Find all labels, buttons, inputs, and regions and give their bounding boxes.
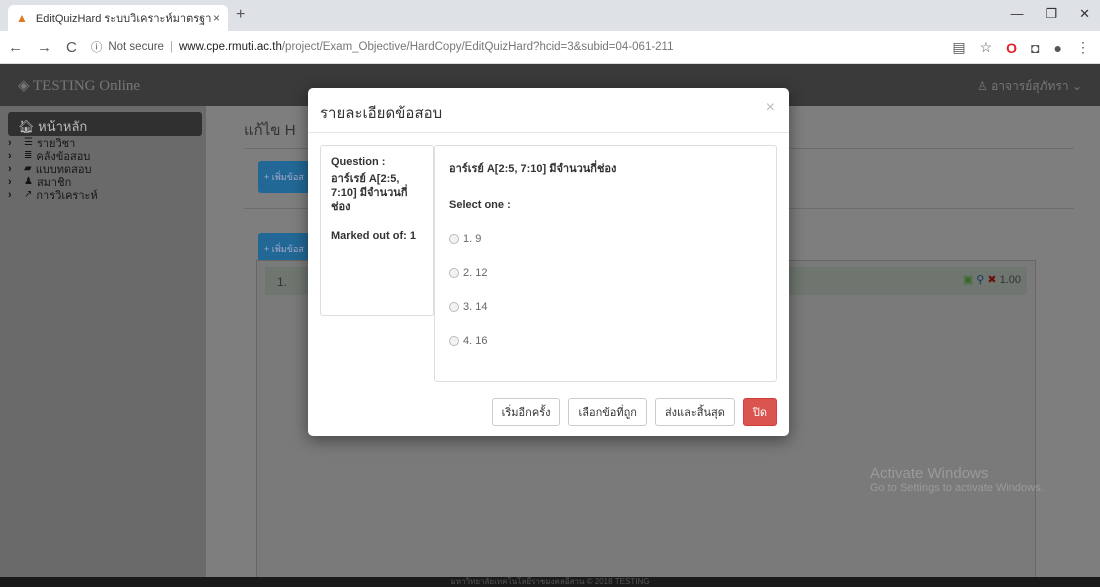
list-icon: ☰: [24, 137, 33, 148]
sidebar-item-analysis[interactable]: › ↗ การวิเคราะห์: [8, 188, 98, 202]
database-icon: ≣: [24, 150, 33, 161]
question-text: อาร์เรย์ A[2:5, 7:10] มีจำนวนกี่ช่อง: [449, 163, 617, 175]
url-field[interactable]: ⓘ Not secure | www.cpe.rmuti.ac.th /proj…: [91, 39, 674, 55]
radio-button[interactable]: [449, 302, 459, 312]
address-bar: ← → C ⓘ Not secure | www.cpe.rmuti.ac.th…: [0, 31, 1100, 64]
modal-close-icon[interactable]: ×: [766, 99, 775, 117]
restore-icon[interactable]: ❐: [1045, 6, 1057, 22]
reload-icon[interactable]: C: [66, 39, 77, 56]
radio-button[interactable]: [449, 336, 459, 346]
modal-footer: เริ่มอีกครั้ง เลือกข้อที่ถูก ส่งและสิ้นส…: [491, 398, 777, 426]
forward-icon[interactable]: →: [37, 39, 52, 56]
sidebar-item-home[interactable]: 🏠︎ หน้าหลัก: [8, 112, 202, 136]
option-1[interactable]: 1. 9: [449, 233, 762, 245]
security-label: Not secure: [108, 41, 164, 53]
close-window-icon[interactable]: ✕: [1079, 6, 1090, 22]
chevron-down-icon: ⌄: [1068, 79, 1082, 93]
row-actions: ▣ ⚲ ✖ 1.00: [963, 273, 1021, 287]
radio-button[interactable]: [449, 268, 459, 278]
activation-watermark: Activate Windows Go to Settings to activ…: [870, 465, 1044, 494]
browser-tab[interactable]: ▲ EditQuizHard ระบบวิเคราะห์มาตรฐา ×: [8, 5, 228, 31]
footer: มหาวิทยาลัยเทคโนโลยีราชมงคลอีสาน © 2018 …: [0, 577, 1100, 587]
delete-icon[interactable]: ✖: [987, 273, 996, 286]
user-menu[interactable]: ♙ อาจารย์สุภัทรา ⌄: [977, 77, 1082, 96]
url-host: www.cpe.rmuti.ac.th: [178, 41, 282, 53]
page-title: แก้ไข H: [244, 122, 296, 139]
chevron-right-icon: ›: [8, 188, 12, 201]
add-question-button-1[interactable]: + เพิ่มข้อส: [258, 161, 310, 193]
user-icon: ♙: [976, 79, 992, 93]
search-icon[interactable]: ⚲: [976, 273, 984, 286]
watermark-subtitle: Go to Settings to activate Windows.: [870, 482, 1044, 494]
chevron-right-icon: ›: [8, 162, 12, 175]
select-correct-button[interactable]: เลือกข้อที่ถูก: [568, 398, 647, 426]
url-path: /project/Exam_Objective/HardCopy/EditQui…: [281, 41, 674, 53]
layers-icon: ◈: [18, 78, 34, 94]
option-4[interactable]: 4. 16: [449, 335, 762, 347]
sidebar-menu: › ☰ รายวิชา › ≣ คลังข้อสอบ › ▰ แบบทดสอบ › ♟ สมาช…: [8, 136, 98, 202]
new-tab-button[interactable]: +: [236, 6, 245, 24]
question-detail-modal: รายละเอียดข้อสอบ × Question : อาร์เรย์ A…: [308, 88, 789, 436]
question-label: Question :: [331, 156, 386, 168]
edit-icon[interactable]: ▣: [963, 273, 973, 286]
window-controls: — ❐ ✕: [1010, 6, 1090, 22]
chart-icon: ↗: [24, 189, 33, 200]
close-button[interactable]: ปิด: [742, 398, 777, 426]
radio-button[interactable]: [449, 234, 459, 244]
url-separator: |: [169, 41, 173, 53]
option-3[interactable]: 3. 14: [449, 301, 762, 313]
question-body: อาร์เรย์ A[2:5, 7:10] มีจำนวนกี่ช่อง Sel…: [434, 145, 777, 382]
favicon-icon: ▲: [16, 11, 28, 25]
modal-title: รายละเอียดข้อสอบ: [320, 105, 443, 122]
row-number: 1.: [277, 275, 288, 289]
info-icon[interactable]: ⓘ: [91, 39, 103, 55]
chevron-right-icon: ›: [8, 136, 12, 149]
chevron-right-icon: ›: [8, 149, 12, 162]
browser-tab-bar: ▲ EditQuizHard ระบบวิเคราะห์มาตรฐา × + —…: [0, 0, 1100, 31]
profile-icon[interactable]: ●: [1054, 40, 1062, 56]
option-2[interactable]: 2. 12: [449, 267, 762, 279]
modal-header: รายละเอียดข้อสอบ ×: [308, 88, 789, 133]
sidebar: 🏠︎ หน้าหลัก › ☰ รายวิชา › ≣ คลังข้อสอบ › ▰ แบบ…: [0, 106, 206, 577]
question-info-box: Question : อาร์เรย์ A[2:5, 7:10] มีจำนวน…: [320, 145, 434, 316]
home-icon: 🏠︎: [18, 119, 39, 134]
opera-icon[interactable]: O: [1006, 40, 1017, 56]
brand-logo[interactable]: ◈ TESTING Online: [18, 76, 140, 95]
extension-icon[interactable]: ◘: [1031, 40, 1039, 56]
tab-close-icon[interactable]: ×: [213, 11, 220, 25]
book-icon: ▰: [24, 163, 32, 174]
chevron-right-icon: ›: [8, 175, 12, 188]
minimize-icon[interactable]: —: [1010, 6, 1023, 22]
menu-icon[interactable]: ⋮: [1076, 39, 1090, 56]
submit-finish-button[interactable]: ส่งและสิ้นสุด: [654, 398, 735, 426]
browser-toolbar-icons: ▤ ☆ O ◘ ● ⋮: [952, 39, 1090, 56]
question-text-short: อาร์เรย์ A[2:5, 7:10] มีจำนวนกี่ช่อง: [331, 173, 408, 213]
watermark-title: Activate Windows: [870, 465, 989, 482]
select-one-label: Select one :: [449, 199, 511, 211]
back-icon[interactable]: ←: [8, 39, 23, 56]
translate-icon[interactable]: ▤: [952, 39, 965, 56]
marked-out-of: Marked out of: 1: [331, 230, 416, 242]
tab-title: EditQuizHard ระบบวิเคราะห์มาตรฐา: [35, 13, 212, 25]
users-icon: ♟: [24, 176, 33, 187]
bookmark-star-icon[interactable]: ☆: [980, 39, 993, 56]
restart-button[interactable]: เริ่มอีกครั้ง: [491, 398, 561, 426]
row-score: 1.00: [999, 273, 1021, 286]
